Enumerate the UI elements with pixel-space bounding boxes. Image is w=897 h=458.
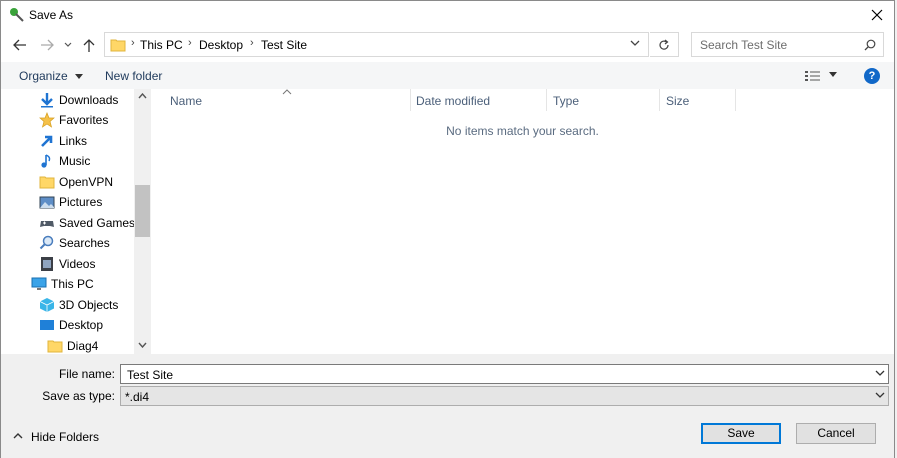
command-bar: Organize New folder ?: [1, 62, 894, 89]
breadcrumb-separator: ›: [250, 37, 254, 49]
scroll-down-icon[interactable]: [138, 342, 147, 348]
search-box[interactable]: [691, 32, 884, 57]
empty-message: No items match your search.: [446, 124, 599, 138]
links-icon: [41, 135, 53, 147]
save-type-label: Save as type:: [42, 389, 115, 403]
breadcrumb-separator: ›: [131, 37, 135, 49]
hide-folders-label: Hide Folders: [31, 430, 100, 444]
navigation-scrollbar[interactable]: [134, 89, 151, 354]
search-input[interactable]: [698, 37, 858, 53]
file-name-field[interactable]: [120, 364, 889, 384]
sidebar-item-label: Videos: [59, 257, 96, 271]
caret-down-icon: [75, 74, 84, 80]
chevron-down-icon: [875, 392, 885, 398]
music-icon: [41, 154, 51, 168]
saved-games-icon: [40, 221, 54, 227]
close-button[interactable]: [860, 1, 894, 29]
address-bar[interactable]: › This PC › Desktop › Test Site: [104, 32, 649, 57]
sidebar-item-label: Favorites: [59, 113, 109, 127]
searches-icon: [39, 235, 54, 250]
sidebar-item-label: This PC: [51, 277, 94, 291]
column-label: Type: [553, 94, 580, 108]
sidebar-item-label: Pictures: [59, 195, 103, 209]
up-button[interactable]: [80, 34, 100, 56]
column-header-type[interactable]: Type: [547, 89, 660, 111]
file-list: Name Date modified Type Size No items ma…: [151, 89, 894, 354]
sidebar-item-label: OpenVPN: [59, 175, 114, 189]
sidebar-item-label: Diag4: [67, 339, 99, 353]
sidebar-item-label: Desktop: [59, 318, 104, 332]
this-pc-icon: [31, 277, 47, 290]
chevron-up-icon: [13, 433, 23, 439]
sidebar-item-label: Music: [59, 154, 91, 168]
column-label: Size: [666, 94, 690, 108]
favorites-icon: [39, 112, 55, 128]
forward-arrow-icon: [41, 39, 54, 51]
search-icon[interactable]: [864, 39, 876, 51]
folder-icon: [110, 39, 126, 52]
save-button[interactable]: Save: [701, 423, 781, 444]
column-header-size[interactable]: Size: [660, 89, 736, 111]
breadcrumb-separator: ›: [188, 37, 192, 49]
file-name-input[interactable]: [125, 367, 845, 383]
sidebar-item-label: 3D Objects: [59, 298, 119, 312]
refresh-icon: [659, 39, 669, 50]
navigation-bar: › This PC › Desktop › Test Site: [1, 29, 894, 61]
scroll-up-icon[interactable]: [138, 93, 147, 99]
up-arrow-icon: [83, 39, 95, 52]
column-label: Date modified: [416, 94, 491, 108]
organize-label: Organize: [19, 69, 68, 83]
downloads-icon: [41, 93, 53, 108]
3d-objects-icon: [39, 298, 55, 312]
recent-locations-button[interactable]: [61, 34, 75, 56]
back-arrow-icon: [13, 39, 26, 51]
folder-icon: [47, 340, 63, 353]
title-bar: Save As: [1, 1, 894, 29]
pictures-icon: [39, 196, 55, 209]
breadcrumb-test-site[interactable]: Test Site: [261, 38, 307, 52]
organize-button[interactable]: Organize: [19, 69, 84, 83]
save-options-panel: File name: Save as type: *.di4 Hide Fold…: [1, 354, 894, 458]
help-icon[interactable]: ?: [864, 68, 880, 84]
forward-button[interactable]: [37, 34, 57, 56]
column-header-name[interactable]: Name: [151, 89, 411, 111]
folder-icon: [39, 176, 55, 189]
sidebar-item-label: Searches: [59, 236, 110, 250]
back-button[interactable]: [10, 34, 30, 56]
sidebar-item-label: Saved Games: [59, 216, 136, 230]
file-name-label: File name:: [58, 367, 115, 381]
save-type-value: *.di4: [125, 390, 150, 404]
breadcrumb-desktop[interactable]: Desktop: [199, 38, 243, 52]
breadcrumb-this-pc[interactable]: This PC: [140, 38, 183, 52]
new-folder-button[interactable]: New folder: [105, 69, 162, 83]
videos-icon: [41, 257, 53, 271]
close-icon: [871, 9, 883, 21]
window-title: Save As: [29, 8, 74, 22]
chevron-down-icon: [64, 42, 72, 47]
app-icon: [9, 7, 25, 23]
chevron-down-icon[interactable]: [875, 370, 885, 377]
column-header-date-modified[interactable]: Date modified: [411, 89, 547, 111]
scrollbar-thumb[interactable]: [135, 185, 150, 237]
save-type-select[interactable]: *.di4: [120, 386, 889, 406]
view-options-icon[interactable]: [805, 70, 821, 82]
save-as-dialog: Save As › This PC › Desktop › Test Site: [0, 0, 895, 458]
sidebar-item-label: Downloads: [59, 93, 119, 107]
sidebar-item-label: Links: [59, 134, 88, 148]
cancel-button[interactable]: Cancel: [796, 423, 876, 444]
address-dropdown-icon[interactable]: [630, 39, 640, 47]
column-label: Name: [170, 94, 203, 108]
navigation-pane: Downloads Favorites Links Music OpenVPN …: [1, 89, 151, 354]
desktop-icon: [40, 320, 54, 330]
refresh-button[interactable]: [650, 32, 679, 57]
view-dropdown-icon[interactable]: [829, 72, 837, 77]
